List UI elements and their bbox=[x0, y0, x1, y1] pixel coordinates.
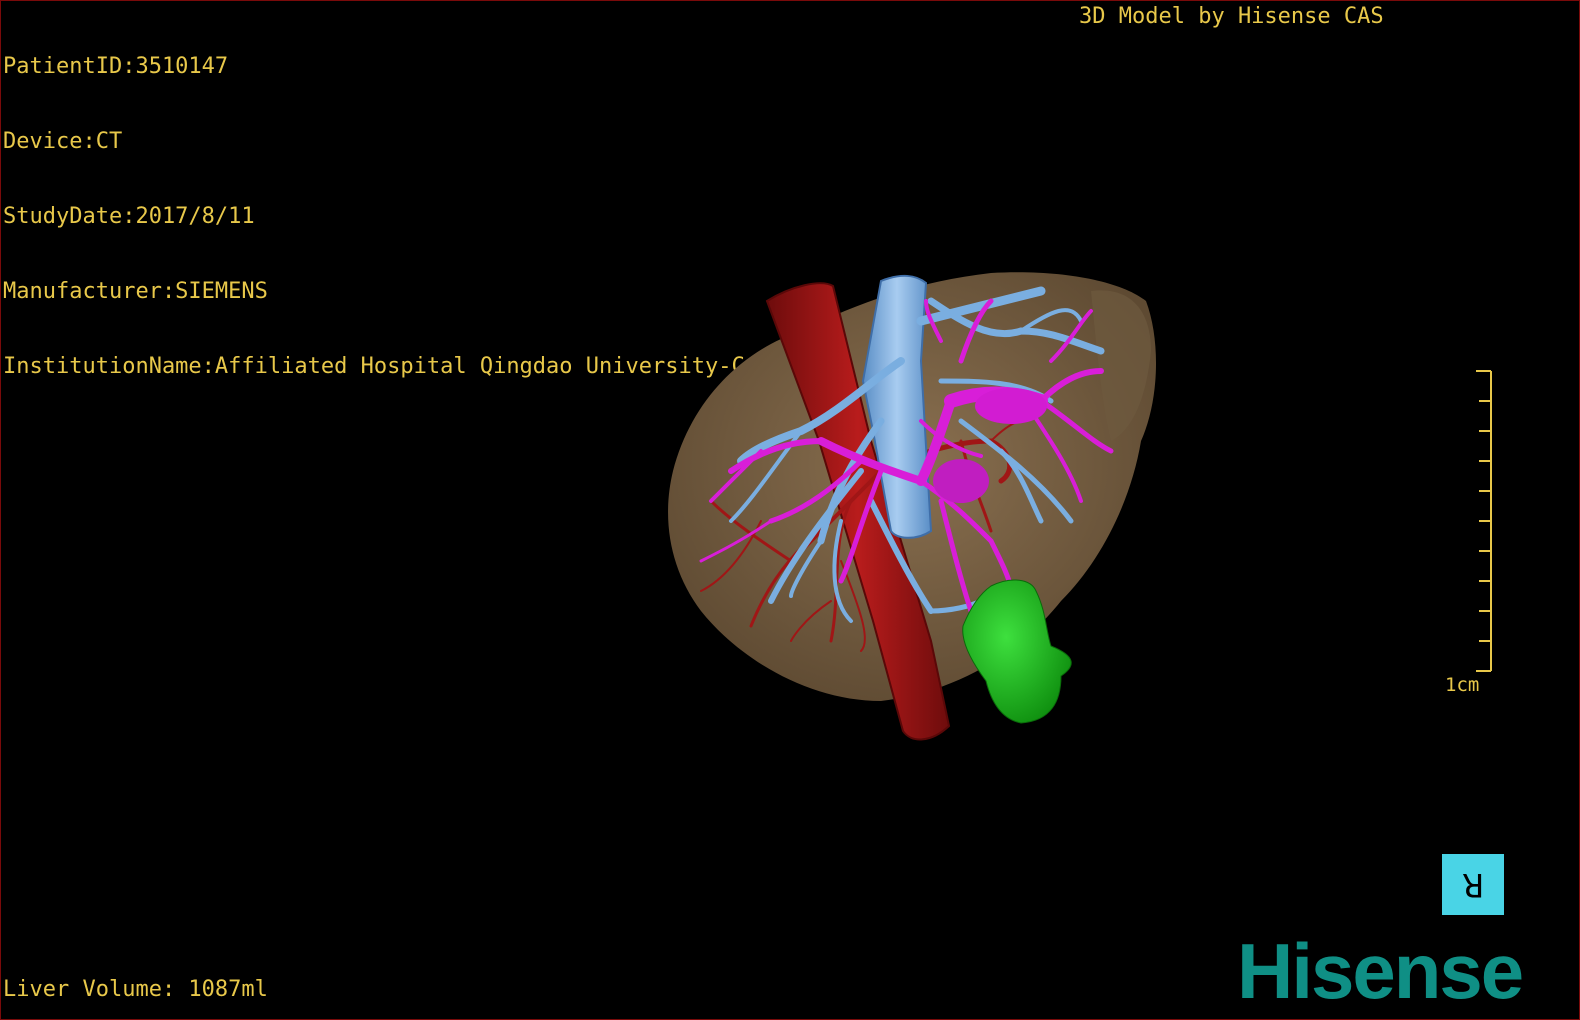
scale-bar bbox=[1476, 370, 1492, 672]
liver-3d-model[interactable] bbox=[1, 1, 1579, 1019]
3d-viewport[interactable]: PatientID:3510147 Device:CT StudyDate:20… bbox=[0, 0, 1580, 1020]
orientation-r-icon: R bbox=[1461, 865, 1485, 904]
liver-volume-text: Liver Volume: 1087ml bbox=[3, 977, 268, 1002]
scale-bar-label: 1cm bbox=[1445, 674, 1480, 696]
orientation-cube-button[interactable]: R bbox=[1442, 854, 1504, 915]
hisense-logo: Hisense bbox=[1237, 927, 1524, 1015]
